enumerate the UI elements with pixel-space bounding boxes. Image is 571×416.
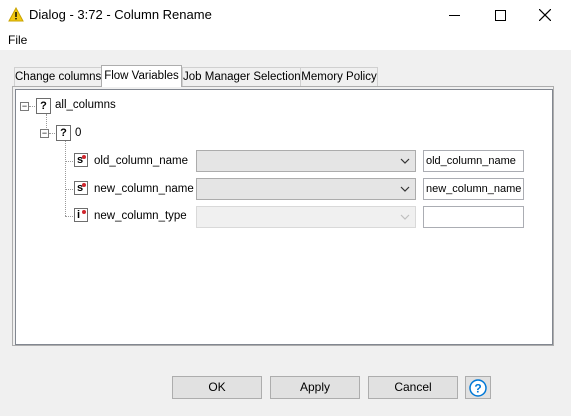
row-label-new-column-name: new_column_name <box>94 183 194 195</box>
tab-change-columns[interactable]: Change columns <box>14 67 102 87</box>
menu-bar <box>0 30 571 50</box>
tree-node-all-columns[interactable]: all_columns <box>55 99 116 111</box>
new-column-name-field[interactable]: new_column_name <box>423 178 524 200</box>
window-title: Dialog - 3:72 - Column Rename <box>29 7 212 22</box>
tab-flow-variables[interactable]: Flow Variables <box>101 65 182 87</box>
tree-connector <box>49 133 55 134</box>
new-column-type-combo <box>196 206 416 228</box>
integer-variable-icon: i <box>74 208 88 222</box>
tree-connector <box>65 216 73 217</box>
old-column-name-combo[interactable] <box>196 150 416 172</box>
tree-connector <box>65 141 66 216</box>
chevron-down-icon <box>399 183 411 195</box>
tab-job-manager-selection[interactable]: Job Manager Selection <box>182 67 301 87</box>
collapse-icon[interactable]: − <box>20 102 29 111</box>
tree-connector <box>29 106 35 107</box>
svg-text:?: ? <box>474 381 481 395</box>
menu-file[interactable]: File <box>8 33 27 47</box>
help-button[interactable]: ? <box>465 376 491 399</box>
new-column-type-field[interactable] <box>423 206 524 228</box>
string-variable-icon: s <box>74 153 88 167</box>
old-column-name-field[interactable]: old_column_name <box>423 150 524 172</box>
tree-connector <box>65 189 73 190</box>
row-label-new-column-type: new_column_type <box>94 210 187 222</box>
close-icon <box>539 9 551 21</box>
tree-node-0[interactable]: 0 <box>75 127 81 139</box>
flow-variables-panel: − ? all_columns − ? 0 s old_column_name … <box>12 86 554 346</box>
new-column-name-combo[interactable] <box>196 178 416 200</box>
warning-triangle-icon <box>8 6 24 22</box>
chevron-down-icon <box>399 155 411 167</box>
chevron-down-icon <box>399 211 411 223</box>
minimize-button[interactable] <box>431 0 477 30</box>
close-button[interactable] <box>522 0 568 30</box>
help-icon: ? <box>469 378 487 397</box>
question-icon: ? <box>36 98 51 114</box>
cancel-button[interactable]: Cancel <box>368 376 458 399</box>
collapse-icon[interactable]: − <box>40 129 49 138</box>
string-variable-icon: s <box>74 181 88 195</box>
apply-button[interactable]: Apply <box>270 376 360 399</box>
row-label-old-column-name: old_column_name <box>94 155 188 167</box>
variable-tree: − ? all_columns − ? 0 s old_column_name … <box>15 89 553 345</box>
question-icon: ? <box>56 125 71 141</box>
tab-memory-policy[interactable]: Memory Policy <box>300 67 378 87</box>
maximize-button[interactable] <box>477 0 523 30</box>
tree-connector <box>65 161 73 162</box>
ok-button[interactable]: OK <box>172 376 262 399</box>
